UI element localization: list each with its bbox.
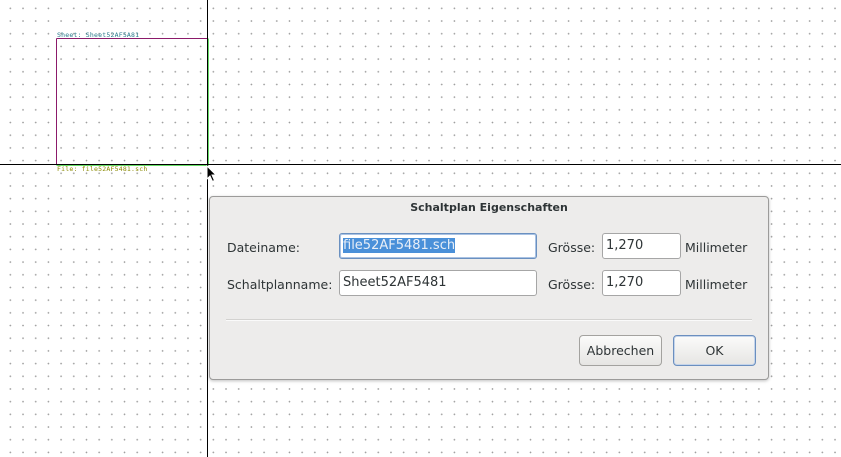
cancel-button[interactable]: Abbrechen [579, 335, 662, 366]
mouse-pointer-icon [206, 165, 218, 183]
crosshair-vertical [207, 0, 208, 457]
filename-input-value: file52AF5481.sch [343, 238, 456, 253]
sheetname-label: Schaltplanname: [227, 277, 333, 292]
sheetname-input[interactable]: Sheet52AF5481 [339, 270, 537, 296]
filename-label: Dateiname: [227, 240, 301, 255]
sheetname-size-input[interactable]: 1,270 [602, 270, 681, 296]
sheet-file-label: File: file52AF5481.sch [57, 165, 148, 173]
filename-size-unit: Millimeter [685, 240, 748, 255]
dialog-title: Schaltplan Eigenschaften [410, 201, 568, 214]
sheetname-size-unit: Millimeter [685, 277, 748, 292]
ok-button[interactable]: OK [673, 335, 756, 366]
sheetname-size-label: Grösse: [548, 277, 596, 292]
filename-size-input[interactable]: 1,270 [602, 233, 681, 259]
filename-size-label: Grösse: [548, 240, 596, 255]
sheet-properties-dialog: Schaltplan Eigenschaften Dateiname: file… [209, 196, 769, 380]
sheet-name-label: Sheet: Sheet52AF5A81 [57, 31, 140, 39]
filename-input[interactable]: file52AF5481.sch [339, 233, 537, 259]
dialog-separator [226, 319, 752, 321]
